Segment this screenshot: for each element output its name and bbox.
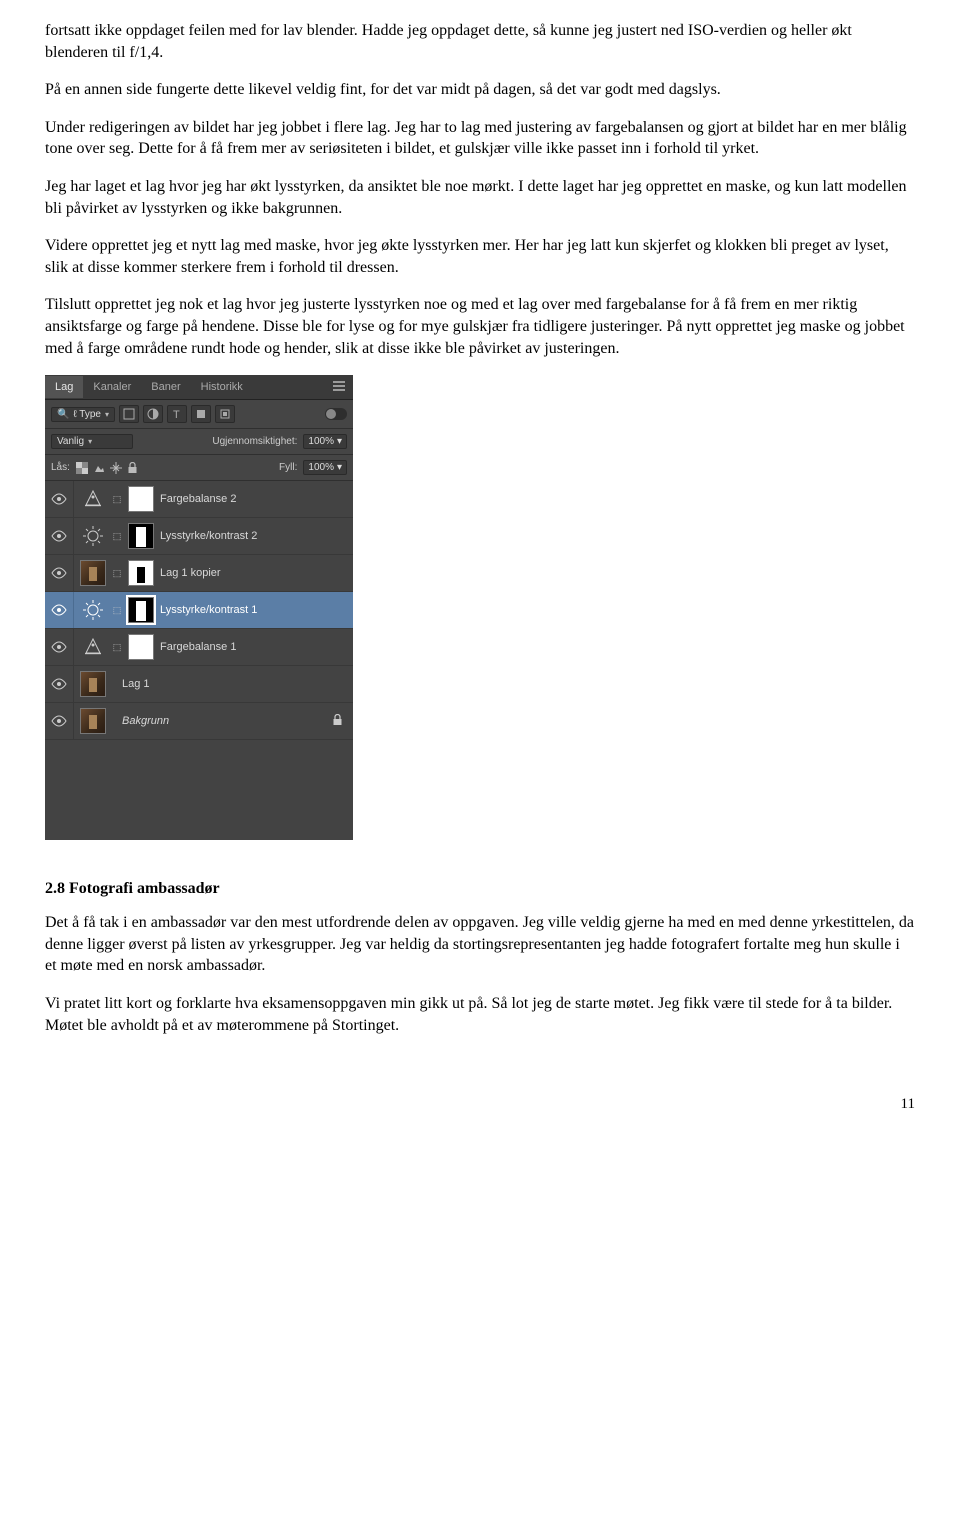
brightness-contrast-icon [80,523,106,549]
tab-kanaler[interactable]: Kanaler [83,376,141,398]
layer-row[interactable]: ⬚ Lysstyrke/kontrast 1 [45,592,353,629]
layers-list: ⬚ Fargebalanse 2 ⬚ Lysstyrke/kontrast 2 … [45,481,353,840]
section-heading: 2.8 Fotografi ambassadør [45,880,915,898]
chevron-down-icon: ▾ [88,437,92,446]
layer-thumb[interactable] [80,560,106,586]
svg-text:T: T [173,409,180,420]
layer-filter-row: 🔍 ℓ Type ▾ T [45,400,353,429]
layer-row[interactable]: ⬚ Fargebalanse 1 [45,629,353,666]
layer-name[interactable]: Lysstyrke/kontrast 2 [160,530,349,542]
visibility-eye-icon[interactable] [45,555,74,591]
chevron-down-icon: ▾ [337,462,342,473]
lock-fill-row: Lås: Fyll: 100% ▾ [45,455,353,481]
link-icon[interactable]: ⬚ [112,531,122,542]
link-icon[interactable]: ⬚ [112,642,122,653]
panel-tabs: Lag Kanaler Baner Historikk [45,375,353,400]
color-balance-icon [80,486,106,512]
fill-label: Fyll: [279,462,297,473]
layer-row[interactable]: Lag 1 [45,666,353,703]
filter-smart-icon[interactable] [215,405,235,423]
panel-menu-icon[interactable] [325,381,353,394]
tab-baner[interactable]: Baner [141,376,190,398]
filter-type-dropdown[interactable]: 🔍 ℓ Type ▾ [51,407,115,422]
tab-lag[interactable]: Lag [45,376,83,398]
layer-name[interactable]: Fargebalanse 1 [160,641,349,653]
tab-historikk[interactable]: Historikk [191,376,253,398]
layer-name[interactable]: Lag 1 kopier [160,567,349,579]
filter-toggle[interactable] [325,408,347,420]
layer-mask-thumb[interactable] [128,560,154,586]
paragraph: På en annen side fungerte dette likevel … [45,79,915,101]
opacity-label: Ugjennomsiktighet: [212,436,297,447]
chevron-down-icon: ▾ [337,436,342,447]
visibility-eye-icon[interactable] [45,481,74,517]
visibility-eye-icon[interactable] [45,592,74,628]
link-icon[interactable]: ⬚ [112,568,122,579]
paragraph: Jeg har laget et lag hvor jeg har økt ly… [45,176,915,219]
blend-opacity-row: Vanlig ▾ Ugjennomsiktighet: 100% ▾ [45,429,353,455]
layer-mask-thumb[interactable] [128,523,154,549]
color-balance-icon [80,634,106,660]
layer-mask-thumb[interactable] [128,597,154,623]
paragraph: fortsatt ikke oppdaget feilen med for la… [45,20,915,63]
filter-pixel-icon[interactable] [119,405,139,423]
paragraph: Det å få tak i en ambassadør var den mes… [45,912,915,977]
visibility-eye-icon[interactable] [45,518,74,554]
visibility-eye-icon[interactable] [45,703,74,739]
photoshop-layers-panel: Lag Kanaler Baner Historikk 🔍 ℓ Type ▾ T [45,375,353,840]
filter-search-icon: 🔍 [57,409,69,420]
filter-type-label: ℓ Type [73,409,101,420]
layer-row[interactable]: ⬚ Lag 1 kopier [45,555,353,592]
layer-name[interactable]: Lysstyrke/kontrast 1 [160,604,349,616]
fill-field[interactable]: 100% ▾ [303,460,347,475]
blend-mode-value: Vanlig [57,436,84,447]
lock-position-icon[interactable] [110,462,122,474]
lock-transparent-icon[interactable] [76,462,88,474]
brightness-contrast-icon [80,597,106,623]
filter-adjustment-icon[interactable] [143,405,163,423]
lock-icon [332,714,343,729]
visibility-eye-icon[interactable] [45,666,74,702]
blend-mode-dropdown[interactable]: Vanlig ▾ [51,434,133,449]
chevron-down-icon: ▾ [105,410,109,419]
layer-mask-thumb[interactable] [128,634,154,660]
paragraph: Tilslutt opprettet jeg nok et lag hvor j… [45,294,915,359]
layer-name[interactable]: Lag 1 [122,678,349,690]
filter-shape-icon[interactable] [191,405,211,423]
opacity-field[interactable]: 100% ▾ [303,434,347,449]
lock-label: Lås: [51,462,70,473]
link-icon[interactable]: ⬚ [112,605,122,616]
layer-mask-thumb[interactable] [128,486,154,512]
layer-row[interactable]: Bakgrunn [45,703,353,740]
layer-row[interactable]: ⬚ Lysstyrke/kontrast 2 [45,518,353,555]
filter-text-icon[interactable]: T [167,405,187,423]
paragraph: Videre opprettet jeg et nytt lag med mas… [45,235,915,278]
paragraph: Under redigeringen av bildet har jeg job… [45,117,915,160]
page-number: 11 [45,1096,915,1113]
layer-thumb[interactable] [80,708,106,734]
layer-name[interactable]: Bakgrunn [122,715,326,727]
layer-row[interactable]: ⬚ Fargebalanse 2 [45,481,353,518]
opacity-value: 100% [308,436,334,447]
fill-value: 100% [308,462,334,473]
link-icon[interactable]: ⬚ [112,494,122,505]
lock-image-icon[interactable] [93,462,105,474]
layer-name[interactable]: Fargebalanse 2 [160,493,349,505]
paragraph: Vi pratet litt kort og forklarte hva eks… [45,993,915,1036]
layer-thumb[interactable] [80,671,106,697]
visibility-eye-icon[interactable] [45,629,74,665]
lock-all-icon[interactable] [127,462,138,474]
